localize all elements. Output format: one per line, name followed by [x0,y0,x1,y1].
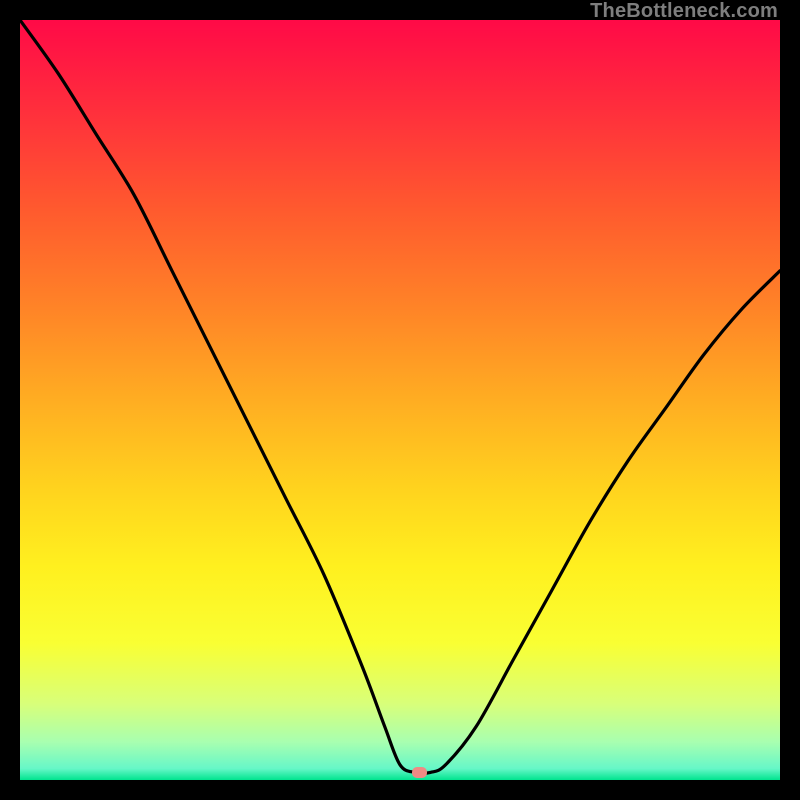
watermark-text: TheBottleneck.com [590,0,778,23]
bottleneck-curve [20,20,780,780]
optimal-point-marker [412,767,427,778]
chart-frame: TheBottleneck.com [0,0,800,800]
plot-area [20,20,780,780]
